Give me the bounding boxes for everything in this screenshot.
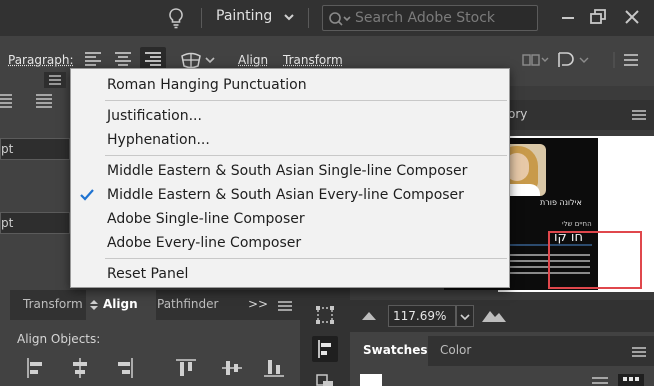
search-icon: [328, 11, 354, 27]
horizontal-align-right-icon[interactable]: [112, 356, 136, 380]
pathfinder-icon[interactable]: [312, 370, 338, 386]
chevron-down-icon[interactable]: [205, 56, 215, 64]
align-panel-tab-bar: Transform Align Pathfinder >>: [10, 290, 300, 320]
divider: [201, 8, 202, 28]
zoom-out-mountain-icon[interactable]: [362, 310, 376, 320]
tab-color[interactable]: Color: [440, 343, 471, 357]
tab-swatches[interactable]: Swatches: [363, 343, 428, 357]
swatches-panel: Swatches Color: [350, 332, 654, 386]
isolate-icon[interactable]: [556, 48, 598, 72]
space-field-value: pt: [1, 216, 13, 230]
indent-field-value: pt: [1, 142, 13, 156]
menu-item-label: Adobe Every-line Composer: [107, 235, 301, 251]
swatches-tab-bar: Swatches Color: [350, 336, 654, 366]
selection-highlight: [548, 231, 642, 289]
menu-item-hyphenation[interactable]: Hyphenation...: [71, 128, 509, 152]
space-field[interactable]: pt: [0, 212, 70, 234]
panel-menu-icon[interactable]: [278, 300, 292, 312]
zoom-bar: 117.69%: [350, 300, 654, 332]
menu-item-label: Middle Eastern & South Asian Single-line…: [107, 163, 467, 179]
menu-item-label: Reset Panel: [107, 266, 188, 282]
close-icon[interactable]: [620, 5, 644, 29]
panel-menu-icon[interactable]: [632, 346, 646, 358]
chevron-down-icon[interactable]: [283, 12, 295, 22]
vertical-align-bottom-icon[interactable]: [262, 356, 286, 380]
menu-item-roman-hanging-punctuation[interactable]: Roman Hanging Punctuation: [71, 73, 509, 97]
paragraph-panel-flyout-menu: Roman Hanging Punctuation Justification.…: [70, 68, 510, 288]
menu-item-me-single-line-composer[interactable]: Middle Eastern & South Asian Single-line…: [71, 159, 509, 183]
menu-item-label: Justification...: [107, 108, 202, 124]
checkmark-icon: [79, 188, 95, 202]
card-subtitle-text: החיים שלי: [562, 220, 592, 228]
arrange-icon[interactable]: [520, 48, 550, 72]
menu-item-label: Roman Hanging Punctuation: [107, 77, 307, 93]
align-panel-icon[interactable]: [312, 336, 338, 362]
menu-item-justification[interactable]: Justification...: [71, 104, 509, 128]
transform-icon[interactable]: [312, 302, 338, 328]
menu-item-label: Middle Eastern & South Asian Every-line …: [107, 187, 464, 203]
card-name-text: אילונה פורת: [540, 198, 582, 207]
align-justify-icon[interactable]: [0, 92, 16, 112]
indent-field[interactable]: pt: [0, 138, 70, 160]
tab-pathfinder[interactable]: Pathfinder: [157, 297, 218, 311]
zoom-dropdown[interactable]: [456, 305, 474, 327]
menu-separator: [105, 155, 507, 156]
title-bar: Painting Search Adobe Stock: [0, 0, 654, 36]
menu-separator: [105, 258, 507, 259]
menu-item-adobe-single-line-composer[interactable]: Adobe Single-line Composer: [71, 207, 509, 231]
paragraph-settings-icon[interactable]: [44, 72, 66, 88]
tab-history[interactable]: ory: [508, 107, 527, 121]
horizontal-align-center-icon[interactable]: [68, 356, 92, 380]
swatch-white[interactable]: [360, 374, 382, 386]
panel-icon-strip: [300, 286, 350, 386]
grid-view-icon[interactable]: [618, 374, 644, 386]
align-panel: Transform Align Pathfinder >> Align Obje…: [0, 286, 300, 386]
tab-align[interactable]: Align: [103, 297, 138, 311]
minimize-icon[interactable]: [556, 5, 580, 29]
paragraph-panel: pt pt: [0, 86, 70, 286]
zoom-input[interactable]: 117.69%: [388, 305, 456, 327]
list-view-icon[interactable]: [590, 376, 610, 386]
lightbulb-icon[interactable]: [164, 6, 188, 30]
vertical-align-center-icon[interactable]: [220, 356, 244, 380]
panel-menu-icon[interactable]: [632, 109, 646, 121]
menu-separator: [105, 100, 507, 101]
horizontal-align-left-icon[interactable]: [24, 356, 48, 380]
paragraph-panel-link[interactable]: Paragraph:: [8, 53, 74, 67]
menu-item-adobe-every-line-composer[interactable]: Adobe Every-line Composer: [71, 231, 509, 255]
zoom-in-mountain-icon[interactable]: [482, 308, 506, 322]
tab-overflow-button[interactable]: >>: [248, 297, 268, 311]
tab-transform[interactable]: Transform: [23, 297, 83, 311]
vertical-align-top-icon[interactable]: [174, 356, 198, 380]
stock-search-box[interactable]: Search Adobe Stock: [322, 5, 538, 31]
panel-menu-icon[interactable]: [612, 48, 642, 72]
menu-item-me-every-line-composer[interactable]: Middle Eastern & South Asian Every-line …: [71, 183, 509, 207]
align-panel-link[interactable]: Align: [238, 53, 268, 67]
align-objects-label: Align Objects:: [17, 332, 100, 346]
menu-item-label: Hyphenation...: [107, 132, 210, 148]
divider: [308, 8, 309, 28]
transform-panel-link[interactable]: Transform: [283, 53, 343, 67]
align-justify-all-icon[interactable]: [34, 92, 54, 112]
restore-icon[interactable]: [586, 5, 610, 29]
menu-item-label: Adobe Single-line Composer: [107, 211, 305, 227]
zoom-value: 117.69%: [393, 309, 446, 323]
menu-item-reset-panel[interactable]: Reset Panel: [71, 262, 509, 286]
workspace-switcher-label[interactable]: Painting: [216, 8, 272, 24]
search-input[interactable]: Search Adobe Stock: [355, 10, 495, 26]
collapse-icon[interactable]: [90, 300, 98, 310]
chevron-down-icon: [460, 313, 470, 321]
